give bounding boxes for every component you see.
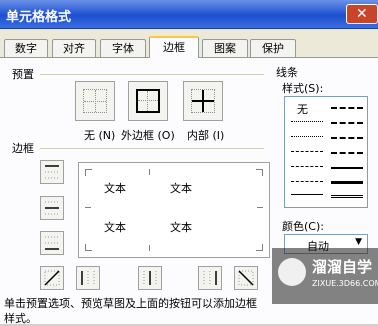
line-style-option[interactable] <box>331 137 363 139</box>
line-style-option[interactable] <box>291 136 323 137</box>
watermark-logo-icon <box>278 258 306 286</box>
line-group-label: 线条 <box>276 66 298 79</box>
tab-alignment[interactable]: 对齐 <box>52 39 96 57</box>
watermark-text: 溜溜自学 <box>312 258 373 276</box>
border-inside-horizontal-button[interactable] <box>40 196 64 220</box>
border-left-button[interactable] <box>76 266 100 290</box>
diagonal-up-icon <box>44 270 60 286</box>
preview-text: 文本 <box>170 182 192 195</box>
border-inside-horizontal-icon <box>45 201 59 215</box>
preview-corner-mark <box>256 244 263 251</box>
format-cells-dialog: 单元格格式 ✕ 数字 对齐 字体 边框 图案 保护 预置 无 (N) 外边框 (… <box>0 0 378 325</box>
title-bar: 单元格格式 ✕ <box>0 0 378 29</box>
tab-border[interactable]: 边框 <box>149 36 199 58</box>
preview-text: 文本 <box>104 221 126 234</box>
preview-text: 文本 <box>104 182 126 195</box>
line-style-option[interactable] <box>331 107 363 109</box>
line-style-option[interactable] <box>331 152 363 154</box>
border-bottom-icon <box>45 236 59 250</box>
border-label: 边框 <box>12 142 34 155</box>
line-style-option[interactable] <box>331 167 363 169</box>
tab-protection[interactable]: 保护 <box>250 39 296 57</box>
hint-text: 单击预置选项、预览草图及上面的按钮可以添加边框样式。 <box>4 297 257 325</box>
preset-inside-label: 内部 (I) <box>187 129 225 142</box>
border-diagonal-down-button[interactable] <box>234 266 258 290</box>
tab-strip: 数字 对齐 字体 边框 图案 保护 <box>0 36 378 58</box>
presets-label: 预置 <box>12 68 34 81</box>
line-style-list[interactable]: 无 <box>284 96 368 208</box>
preset-outline-button[interactable] <box>128 81 168 121</box>
preset-inside-button[interactable] <box>183 81 223 121</box>
border-top-button[interactable] <box>40 160 64 184</box>
diagonal-down-icon <box>238 270 254 286</box>
watermark: 溜溜自学 ZIXUE.3D66.COM <box>272 248 378 304</box>
line-style-option[interactable] <box>291 166 323 167</box>
line-style-none[interactable]: 无 <box>297 101 308 117</box>
watermark-subtext: ZIXUE.3D66.COM <box>312 279 378 288</box>
border-inside-vertical-icon <box>143 271 157 285</box>
tab-number[interactable]: 数字 <box>4 39 48 57</box>
close-icon: ✕ <box>356 6 368 22</box>
border-left-icon <box>81 271 95 285</box>
border-right-icon <box>203 271 217 285</box>
close-button[interactable]: ✕ <box>346 4 378 24</box>
preset-none-label: 无 (N) <box>84 129 116 142</box>
preview-corner-mark <box>149 169 156 175</box>
border-top-icon <box>45 165 59 179</box>
line-style-option[interactable] <box>331 122 363 124</box>
preview-corner-mark <box>85 244 92 251</box>
presets-separator <box>40 74 264 75</box>
tab-font[interactable]: 字体 <box>100 39 146 57</box>
window-title: 单元格格式 <box>6 10 72 25</box>
border-bottom-button[interactable] <box>40 231 64 255</box>
line-style-label: 样式(S): <box>282 82 324 95</box>
chevron-down-icon: ▼ <box>355 237 362 247</box>
border-diagonal-up-button[interactable] <box>40 266 64 290</box>
line-style-option[interactable] <box>331 195 363 198</box>
preset-none-icon <box>83 89 107 113</box>
line-style-option[interactable] <box>291 194 323 195</box>
preview-corner-mark <box>256 169 263 176</box>
preview-corner-mark <box>257 207 263 214</box>
preset-outline-label: 外边框 (O) <box>121 129 175 142</box>
line-style-option[interactable] <box>291 151 323 152</box>
preview-text: 文本 <box>170 221 192 234</box>
preset-inside-icon <box>191 89 215 113</box>
line-style-option[interactable] <box>291 181 323 182</box>
preset-none-button[interactable] <box>75 81 115 121</box>
border-separator <box>40 148 264 149</box>
border-preview[interactable]: 文本 文本 文本 文本 <box>78 162 270 258</box>
color-label: 颜色(C): <box>282 220 324 233</box>
preview-corner-mark <box>85 207 91 214</box>
border-right-button[interactable] <box>198 266 222 290</box>
border-inside-vertical-button[interactable] <box>138 266 162 290</box>
preset-outline-icon <box>136 89 160 113</box>
preview-corner-mark <box>85 169 92 176</box>
line-style-option[interactable] <box>331 181 363 184</box>
preview-corner-mark <box>149 245 156 251</box>
tab-patterns[interactable]: 图案 <box>202 39 248 57</box>
line-style-option[interactable] <box>291 121 323 122</box>
